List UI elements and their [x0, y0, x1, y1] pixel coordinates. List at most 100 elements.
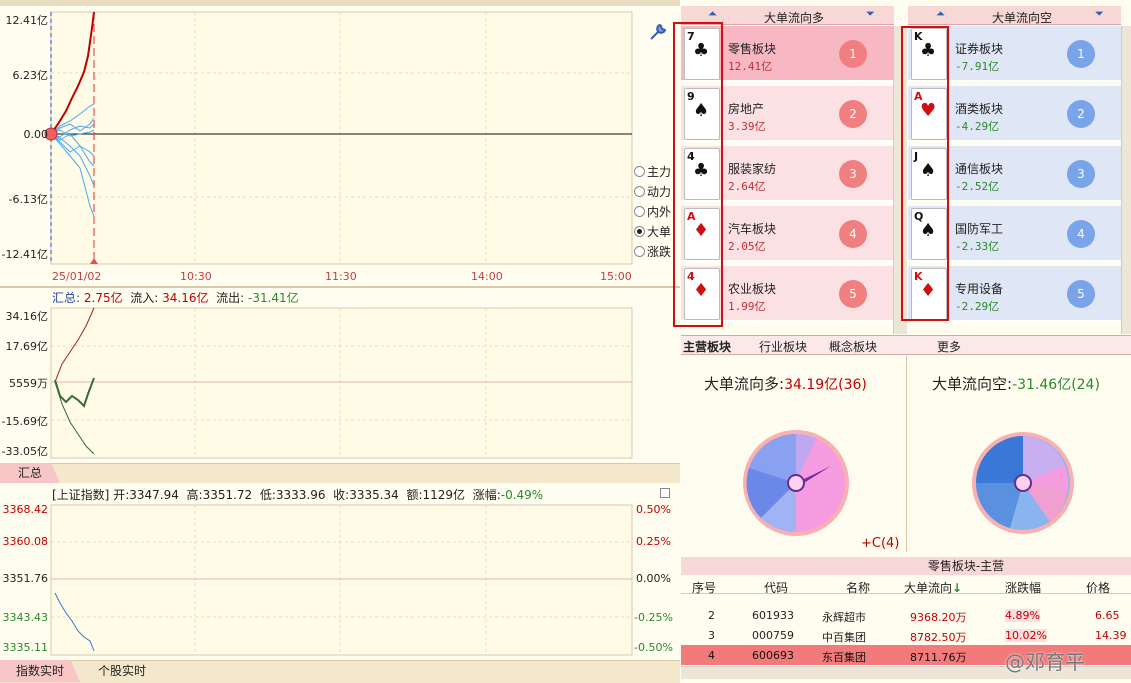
index-high: 3351.72: [202, 488, 253, 502]
pie-long-value: 34.19亿(36): [784, 377, 867, 393]
expand-icon[interactable]: [660, 488, 670, 498]
sector-tab-bar: [681, 335, 1131, 355]
rank-badge: 5: [839, 280, 867, 308]
radio-label: 内外: [647, 205, 672, 219]
col-change[interactable]: 涨跌幅: [1005, 579, 1041, 596]
short-scrollbar[interactable]: [1121, 26, 1131, 334]
pie-long-chart: [743, 430, 849, 536]
radio-dot: [634, 166, 645, 177]
index-chart-svg: [50, 504, 633, 656]
col-flow-label: 大单流向: [904, 581, 953, 595]
col-no[interactable]: 序号: [692, 579, 716, 596]
sort-down-icon: ↓: [952, 581, 963, 595]
rank-badge: 1: [1067, 40, 1095, 68]
tab-more[interactable]: 更多: [937, 338, 961, 355]
summary-y-tick-2: 5559万: [9, 377, 48, 390]
main-flow-chart: 12.41亿 6.23亿 0.00 -6.13亿 -12.41亿 25/01/0…: [0, 6, 680, 286]
radio-rise-fall[interactable]: 涨跌: [634, 243, 671, 260]
main-x-tick-0: 25/01/02: [52, 270, 102, 283]
long-expand-icon[interactable]: ⏷: [866, 7, 875, 21]
pie-short-label: 大单流向空:: [932, 375, 1013, 393]
sector-name: 服装家纺: [728, 162, 777, 176]
sector-flow-value: -2.52亿: [955, 180, 1000, 193]
cell-no: 4: [708, 649, 715, 662]
tab-main-sector[interactable]: 主营板块: [683, 338, 745, 355]
table-title-bar: 零售板块-主营: [681, 557, 1131, 575]
summary-chart-svg: [50, 307, 633, 459]
main-x-tick-1: 10:30: [180, 270, 212, 283]
radio-momentum[interactable]: 动力: [634, 183, 671, 200]
radio-label: 大单: [647, 225, 672, 239]
rank-badge: 4: [1067, 220, 1095, 248]
sector-name: 汽车板块: [728, 222, 777, 236]
sector-name: 房地产: [728, 102, 765, 116]
cell-code: 600693: [752, 649, 794, 662]
radio-inner-outer[interactable]: 内外: [634, 203, 671, 220]
cell-name: 东百集团: [822, 651, 866, 664]
radio-label: 涨跌: [647, 245, 672, 259]
cell-code: 601933: [752, 609, 794, 622]
outflow-label: 流出:: [216, 291, 245, 305]
sector-name: 证券板块: [955, 42, 1004, 56]
index-pct-tick-4: -0.50%: [634, 641, 673, 654]
tab-stock-realtime[interactable]: 个股实时: [82, 660, 162, 682]
main-x-tick-2: 11:30: [325, 270, 357, 283]
main-y-tick-1: 6.23亿: [12, 69, 49, 82]
table-title: 零售板块-主营: [927, 559, 1005, 573]
summary-y-tick-4: -33.05亿: [1, 445, 48, 458]
index-low-label: 低:: [259, 488, 276, 502]
cell-no: 3: [708, 629, 715, 642]
col-price[interactable]: 价格: [1086, 579, 1110, 596]
pie-short-chart: [972, 432, 1074, 534]
radio-label: 动力: [647, 185, 672, 199]
col-name[interactable]: 名称: [846, 579, 870, 596]
rank-badge: 3: [839, 160, 867, 188]
index-pct-tick-1: 0.25%: [636, 535, 671, 548]
index-y-tick-3: 3343.43: [2, 611, 49, 624]
short-collapse-icon[interactable]: ⏶: [936, 7, 945, 21]
radio-dot: [634, 226, 645, 237]
col-flow[interactable]: 大单流向↓: [904, 579, 962, 596]
sector-name: 国防军工: [955, 222, 1004, 236]
table-row[interactable]: 3 000759 中百集团 8782.50万 10.02% 14.39: [681, 625, 1131, 645]
summary-divider: [0, 286, 680, 288]
main-flow-svg: [44, 11, 633, 265]
summary-total-label: 汇总:: [52, 291, 81, 305]
tab-concept-sector[interactable]: 概念板块: [829, 338, 877, 355]
inflow-label: 流入:: [130, 291, 159, 305]
table-row[interactable]: 2 601933 永辉超市 9368.20万 4.89% 6.65: [681, 605, 1131, 625]
sector-flow-value: 1.99亿: [728, 300, 766, 313]
radio-main-force[interactable]: 主力: [634, 163, 671, 180]
main-y-tick-3: -6.13亿: [8, 193, 48, 206]
short-expand-icon[interactable]: ⏷: [1095, 7, 1104, 21]
rank-badge: 3: [1067, 160, 1095, 188]
pie-short-value: -31.46亿(24): [1012, 377, 1100, 393]
rank-badge: 2: [1067, 100, 1095, 128]
radio-dot: [634, 206, 645, 217]
long-collapse-icon[interactable]: ⏶: [708, 7, 717, 21]
tab-industry-sector[interactable]: 行业板块: [759, 338, 807, 355]
pie-short-title: 大单流向空:-31.46亿(24): [932, 373, 1100, 394]
index-y-tick-1: 3360.08: [2, 535, 49, 548]
main-x-tick-4: 15:00: [600, 270, 632, 283]
radio-big-order[interactable]: 大单: [634, 223, 671, 240]
index-pct-tick-0: 0.50%: [636, 503, 671, 516]
cell-no: 2: [708, 609, 715, 622]
index-open-label: 开:: [113, 488, 130, 502]
tab-index-realtime[interactable]: 指数实时: [0, 660, 80, 682]
tab-summary[interactable]: 汇总: [0, 463, 60, 483]
index-amount: 1129亿: [422, 488, 466, 502]
inflow-value: 34.16亿: [162, 291, 209, 305]
summary-tab-bar: [0, 463, 680, 483]
sector-flow-value: 12.41亿: [728, 60, 773, 73]
summary-y-tick-1: 17.69亿: [5, 340, 49, 353]
radio-dot: [634, 186, 645, 197]
rank-badge: 2: [839, 100, 867, 128]
rank-badge: 4: [839, 220, 867, 248]
rank-badge: 5: [1067, 280, 1095, 308]
wrench-icon[interactable]: [648, 22, 668, 42]
main-y-tick-2: 0.00: [23, 128, 49, 141]
sector-name: 通信板块: [955, 162, 1004, 176]
index-pct-tick-2: 0.00%: [636, 572, 671, 585]
col-code[interactable]: 代码: [764, 579, 788, 596]
